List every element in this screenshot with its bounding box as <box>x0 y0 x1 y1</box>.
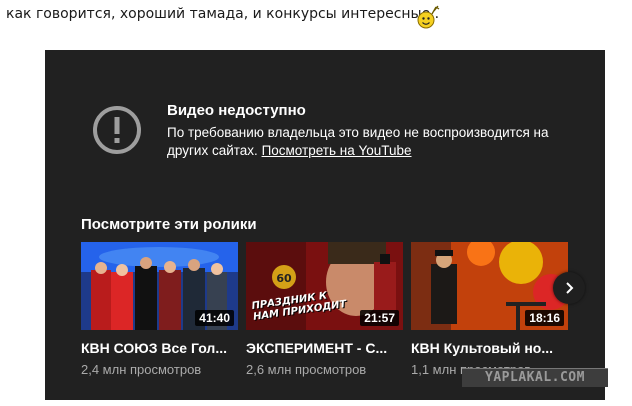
video-duration: 21:57 <box>360 310 399 326</box>
error-message-block: По требованию владельца это видео не вос… <box>167 124 587 160</box>
video-duration: 41:40 <box>195 310 234 326</box>
dancing-smiley-icon <box>417 5 440 29</box>
video-card-1[interactable]: 41:40 КВН СОЮЗ Все Гол... 2,4 млн просмо… <box>81 242 238 377</box>
error-title: Видео недоступно <box>167 102 306 119</box>
video-views: 2,6 млн просмотров <box>246 362 367 377</box>
comment-text: как говорится, хороший тамада, и конкурс… <box>6 6 440 22</box>
video-title[interactable]: ЭКСПЕРИМЕНТ - С... <box>246 340 403 356</box>
video-card-3[interactable]: 18:16 КВН Культовый но... 1,1 млн просмо… <box>411 242 568 377</box>
video-title[interactable]: КВН Культовый но... <box>411 340 568 356</box>
video-thumbnail[interactable]: 18:16 <box>411 242 568 330</box>
suggestions-title: Посмотрите эти ролики <box>81 216 257 233</box>
watch-on-youtube-link[interactable]: Посмотреть на YouTube <box>262 143 412 158</box>
thumb-badge: 60 <box>276 272 292 285</box>
video-thumbnail[interactable]: 41:40 <box>81 242 238 330</box>
video-title[interactable]: КВН СОЮЗ Все Гол... <box>81 340 238 356</box>
alert-circle-icon <box>93 106 141 154</box>
site-watermark: YAPLAKAL.COM <box>462 368 608 387</box>
next-videos-button[interactable] <box>553 272 585 304</box>
chevron-right-icon <box>566 282 574 294</box>
video-card-2[interactable]: 60 ПРАЗДНИК К НАМ ПРИХОДИТ 21:57 ЭКСПЕРИ… <box>246 242 403 377</box>
youtube-embed-player: Видео недоступно По требованию владельца… <box>45 50 605 400</box>
video-duration: 18:16 <box>525 310 564 326</box>
video-views: 2,4 млн просмотров <box>81 362 202 377</box>
video-thumbnail[interactable]: 60 ПРАЗДНИК К НАМ ПРИХОДИТ 21:57 <box>246 242 403 330</box>
